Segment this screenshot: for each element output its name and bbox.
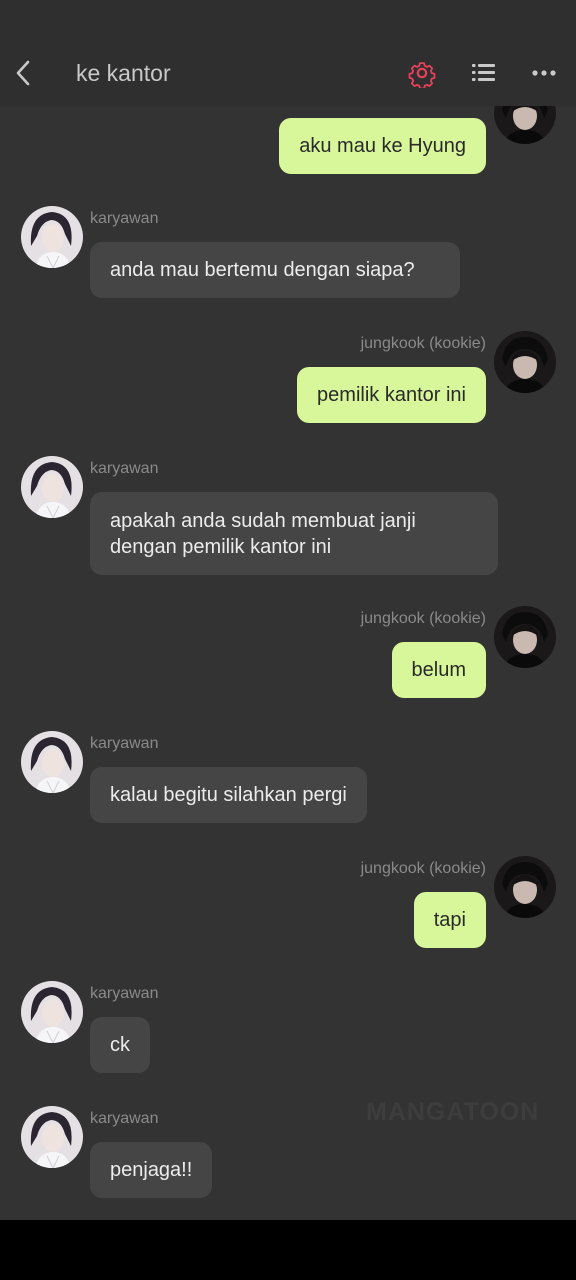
message-bubble[interactable]: tapi bbox=[413, 892, 486, 948]
sender-name: jungkook (kookie) bbox=[360, 335, 486, 352]
back-button[interactable] bbox=[10, 56, 38, 90]
system-nav-bar bbox=[0, 1220, 576, 1280]
avatar[interactable] bbox=[21, 981, 83, 1043]
sender-name: karyawan bbox=[90, 1110, 159, 1127]
avatar[interactable] bbox=[21, 1106, 83, 1168]
chat-area[interactable]: aku mau ke Hyung karyawan anda mau berte… bbox=[0, 0, 576, 1220]
message-bubble[interactable]: aku mau ke Hyung bbox=[279, 118, 486, 174]
avatar[interactable] bbox=[21, 456, 83, 518]
sender-name: jungkook (kookie) bbox=[360, 610, 486, 627]
settings-button[interactable] bbox=[407, 58, 437, 90]
avatar[interactable] bbox=[21, 731, 83, 793]
sender-name: karyawan bbox=[90, 460, 159, 477]
more-horizontal-icon bbox=[532, 70, 556, 76]
sender-name: karyawan bbox=[90, 735, 159, 752]
sender-name: jungkook (kookie) bbox=[360, 860, 486, 877]
more-button[interactable] bbox=[530, 58, 560, 88]
message-bubble[interactable]: apakah anda sudah membuat janji dengan p… bbox=[90, 492, 498, 575]
avatar[interactable] bbox=[494, 856, 556, 918]
gear-icon bbox=[408, 62, 436, 90]
list-button[interactable] bbox=[469, 58, 499, 88]
sender-name: karyawan bbox=[90, 210, 159, 227]
watermark-logo: MANGATOON bbox=[366, 1098, 540, 1126]
message-bubble[interactable]: anda mau bertemu dengan siapa? bbox=[90, 242, 460, 298]
page-title: ke kantor bbox=[76, 60, 171, 86]
message-bubble[interactable]: pemilik kantor ini bbox=[297, 367, 486, 423]
chevron-left-icon bbox=[16, 60, 30, 86]
sender-name: karyawan bbox=[90, 985, 159, 1002]
list-icon bbox=[472, 64, 495, 81]
top-bar: ke kantor bbox=[0, 0, 576, 106]
message-bubble[interactable]: kalau begitu silahkan pergi bbox=[90, 767, 367, 823]
avatar[interactable] bbox=[21, 206, 83, 268]
message-bubble[interactable]: ck bbox=[90, 1017, 150, 1073]
avatar[interactable] bbox=[494, 331, 556, 393]
message-bubble[interactable]: belum bbox=[391, 642, 486, 698]
message-bubble[interactable]: penjaga!! bbox=[90, 1142, 213, 1198]
avatar[interactable] bbox=[494, 606, 556, 668]
